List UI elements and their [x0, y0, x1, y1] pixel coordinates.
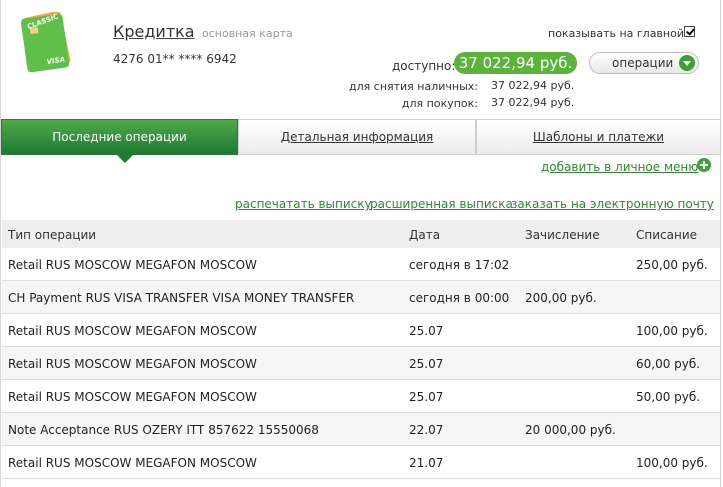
cell-operation-type: Retail RUS MOSCOW MEGAFON MOSCOW [8, 357, 257, 371]
print-statement-link[interactable]: распечатать выписку [235, 197, 372, 211]
cell-date: сегодня в 17:02 [409, 258, 510, 272]
table-row[interactable]: Retail RUS MOSCOW MEGAFON MOSCOW сегодня… [2, 248, 720, 281]
operations-button-label: операции [612, 56, 674, 70]
table-row[interactable]: Retail RUS MOSCOW MEGAFON MOSCOW 25.07 5… [2, 380, 720, 413]
extended-statement-link[interactable]: расширенная выписка [370, 197, 513, 211]
tab-templates-payments[interactable]: Шаблоны и платежи [476, 119, 721, 155]
cell-operation-type: Note Acceptance RUS OZERY ITT 857622 155… [8, 423, 319, 437]
plus-icon[interactable] [697, 158, 711, 172]
col-date: Дата [409, 228, 441, 242]
table-row[interactable]: CH Payment RUS VISA TRANSFER VISA MONEY … [2, 281, 720, 314]
card-type-label: основная карта [202, 27, 293, 40]
cell-debit: 250,00 руб. [636, 258, 708, 272]
cell-operation-type: Retail RUS MOSCOW MEGAFON MOSCOW [8, 390, 257, 404]
table-row[interactable]: Retail RUS MOSCOW MEGAFON MOSCOW 21.07 1… [2, 446, 720, 479]
cell-operation-type: Retail RUS MOSCOW MEGAFON MOSCOW [8, 258, 257, 272]
col-credit: Зачисление [525, 228, 600, 242]
table-row[interactable]: Retail RUS MOSCOW MEGAFON MOSCOW 25.07 6… [2, 347, 720, 380]
cell-debit: 60,00 руб. [636, 357, 701, 371]
cell-operation-type: Retail RUS MOSCOW MEGAFON MOSCOW [8, 324, 257, 338]
cell-debit: 100,00 руб. [636, 324, 708, 338]
tab-bar: Последние операции Детальная информация … [1, 119, 721, 155]
purchase-limit-label: для покупок: [401, 97, 478, 110]
col-debit: Списание [636, 228, 698, 242]
cell-credit: 200,00 руб. [525, 291, 597, 305]
cash-limit-value: 37 022,94 руб. [491, 79, 575, 92]
cell-credit: 20 000,00 руб. [525, 423, 616, 437]
operations-dropdown-button[interactable]: операции [589, 52, 699, 74]
chevron-down-icon [679, 55, 695, 71]
email-statement-link[interactable]: заказать на электронную почту [511, 197, 714, 211]
cell-date: сегодня в 00:00 [409, 291, 510, 305]
cell-operation-type: CH Payment RUS VISA TRANSFER VISA MONEY … [8, 291, 355, 305]
add-to-menu-link[interactable]: добавить в личное меню [541, 160, 698, 174]
cash-limit-label: для снятия наличных: [349, 80, 478, 93]
table-row[interactable]: Retail RUS MOSCOW MEGAFON MOSCOW 25.07 1… [2, 314, 720, 347]
available-balance: 37 022,94 руб. [454, 52, 577, 74]
cell-date: 25.07 [409, 357, 444, 371]
tab-recent-operations[interactable]: Последние операции [1, 119, 238, 155]
show-on-main-checkbox[interactable] [684, 26, 695, 37]
available-label: доступно: [392, 59, 456, 73]
cell-date: 25.07 [409, 390, 444, 404]
card-name-link[interactable]: Кредитка [113, 22, 195, 41]
col-operation-type: Тип операции [8, 228, 97, 242]
cell-date: 22.07 [409, 423, 444, 437]
active-tab-pointer [117, 155, 133, 163]
cell-debit: 100,00 руб. [636, 456, 708, 470]
purchase-limit-value: 37 022,94 руб. [491, 96, 575, 109]
cell-debit: 50,00 руб. [636, 390, 701, 404]
tab-detailed-info[interactable]: Детальная информация [238, 119, 476, 155]
cell-date: 25.07 [409, 324, 444, 338]
show-on-main-label: показывать на главной [548, 27, 684, 40]
cell-operation-type: Retail RUS MOSCOW MEGAFON MOSCOW [8, 456, 257, 470]
table-row[interactable]: Note Acceptance RUS OZERY ITT 857622 155… [2, 413, 720, 446]
card-image: CLASSIC VISA [20, 12, 71, 72]
table-header: Тип операции Дата Зачисление Списание [2, 220, 720, 248]
cell-date: 21.07 [409, 456, 444, 470]
card-number: 4276 01** **** 6942 [113, 52, 237, 66]
